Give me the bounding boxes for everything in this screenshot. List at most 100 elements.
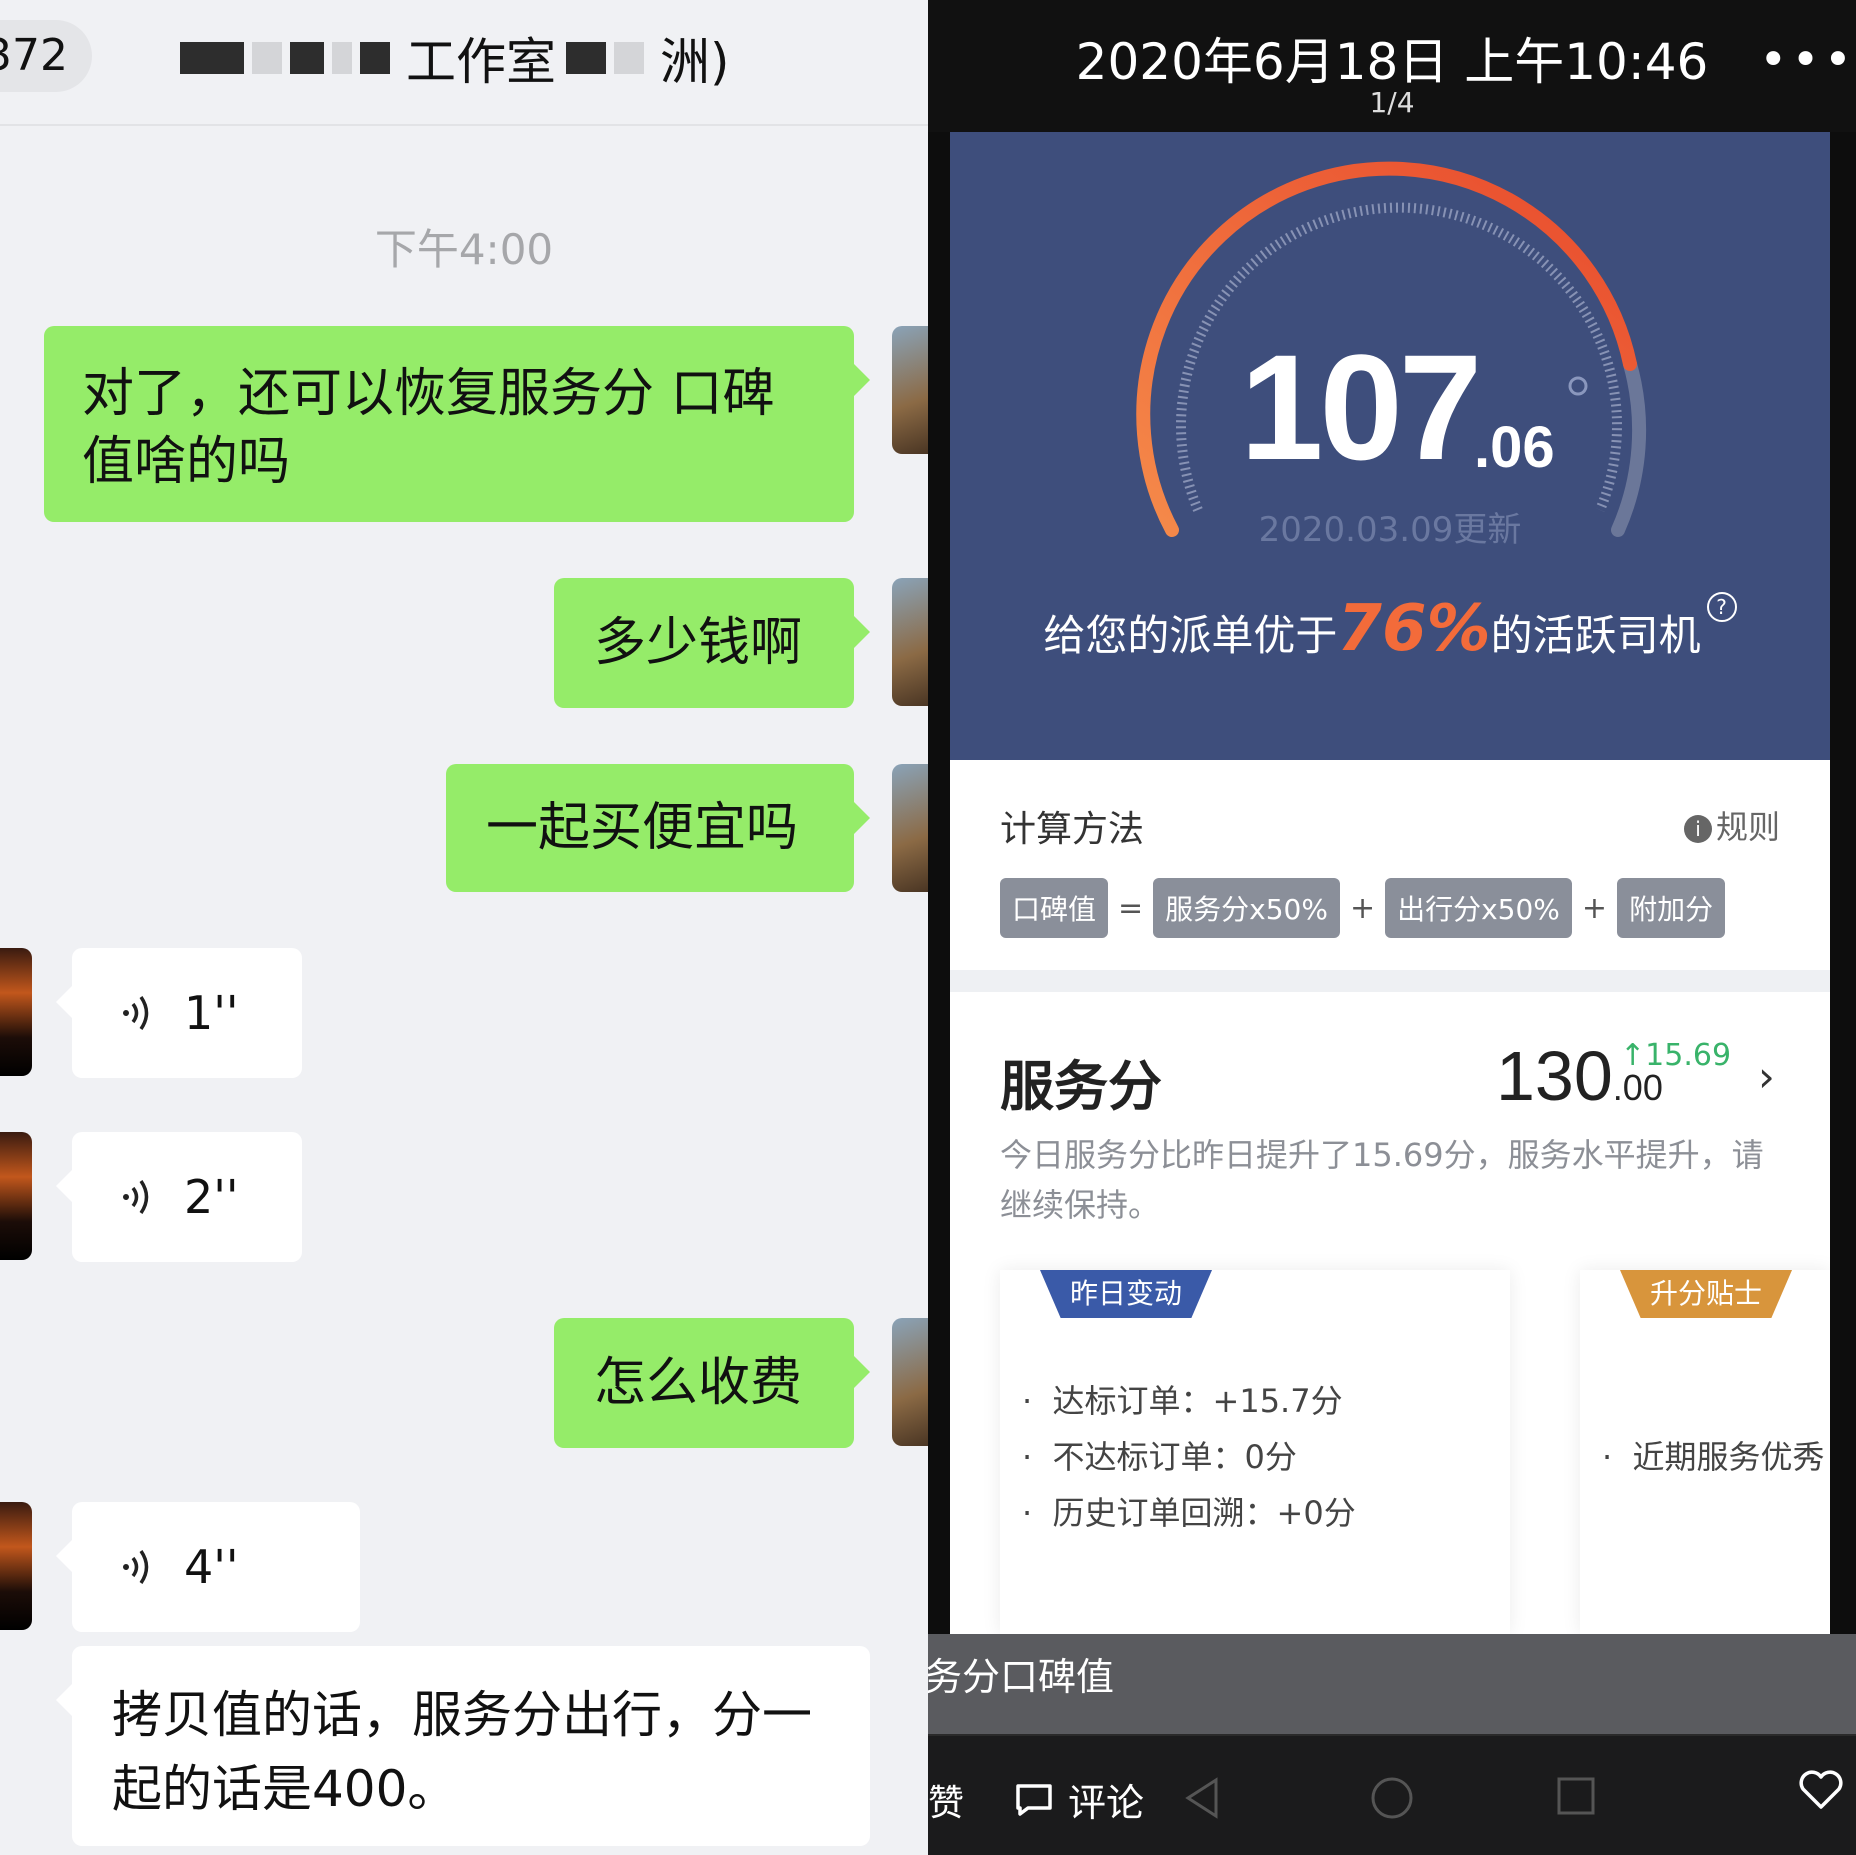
service-delta-value: 15.69 xyxy=(1645,1038,1732,1073)
formula-chip: 附加分 xyxy=(1617,878,1726,938)
formula-operator: + xyxy=(1581,890,1608,926)
contact-avatar[interactable] xyxy=(0,1502,32,1630)
my-avatar[interactable] xyxy=(892,1318,928,1446)
redaction-block xyxy=(614,42,644,74)
voice-message[interactable]: 1'' xyxy=(56,948,302,1078)
message-text: 对了，还可以恢复服务分 口碑值啥的吗 xyxy=(82,364,775,492)
heart-icon[interactable] xyxy=(1798,1770,1844,1810)
tip-item: · 近期服务优秀 xyxy=(1602,1438,1825,1476)
redaction-block xyxy=(360,42,390,74)
service-description: 今日服务分比昨日提升了15.69分，服务水平提升，请继续保持。 xyxy=(1000,1136,1764,1224)
calc-title: 计算方法 xyxy=(1000,809,1145,850)
contact-avatar[interactable] xyxy=(0,948,32,1076)
message-bubble-sent[interactable]: 多少钱啊 xyxy=(554,578,870,708)
message-text: 多少钱啊 xyxy=(594,613,803,673)
section-divider xyxy=(950,970,1830,992)
nav-home-icon[interactable] xyxy=(1370,1776,1414,1820)
post-caption: 务分口碑值 xyxy=(928,1655,1115,1699)
score-decimal: .06 xyxy=(1474,415,1555,480)
nav-recents-icon[interactable] xyxy=(1556,1776,1596,1816)
my-avatar[interactable] xyxy=(892,326,928,454)
card-tag: 昨日变动 xyxy=(1040,1270,1213,1318)
rank-suffix: 的活跃司机 xyxy=(1490,611,1701,660)
chevron-right-icon[interactable]: › xyxy=(1758,1052,1775,1101)
service-delta: ↑15.69 xyxy=(1620,1038,1731,1073)
chat-title-area: 工作室 洲) xyxy=(180,26,730,91)
formula-operator: = xyxy=(1118,890,1144,926)
chat-title: 工作室 xyxy=(406,33,556,91)
voice-message[interactable]: 4'' xyxy=(56,1502,360,1632)
gauge-marker-icon xyxy=(1568,376,1588,396)
comment-button[interactable]: 评论 xyxy=(1014,1772,1144,1827)
change-item-text: 不达标订单：0分 xyxy=(1052,1438,1297,1476)
message-bubble-received[interactable]: 拷贝值的话，服务分出行，分一起的话是400。 xyxy=(56,1646,870,1846)
back-button[interactable]: 372 xyxy=(0,20,92,92)
chat-panel: 372 工作室 洲) 下午4:00 对了，还可以恢复服务分 口碑值啥的吗 多少钱… xyxy=(0,0,928,1855)
message-timestamp: 下午4:00 xyxy=(374,225,554,274)
message-bubble-sent[interactable]: 对了，还可以恢复服务分 口碑值啥的吗 xyxy=(44,326,870,522)
my-avatar[interactable] xyxy=(892,578,928,706)
message-text: 怎么收费 xyxy=(594,1353,803,1413)
change-item-text: 达标订单：+15.7分 xyxy=(1052,1382,1343,1420)
contact-avatar[interactable] xyxy=(0,1132,32,1260)
service-value-dec: .00 xyxy=(1612,1067,1663,1108)
message-text: 拷贝值的话，服务分出行，分一起的话是400。 xyxy=(112,1686,812,1818)
formula-chip: 出行分x50% xyxy=(1385,878,1572,938)
voice-duration: 1'' xyxy=(184,986,239,1040)
message-bubble-sent[interactable]: 怎么收费 xyxy=(554,1318,870,1448)
chat-header: 372 工作室 洲) xyxy=(0,0,928,126)
formula-operator: + xyxy=(1349,890,1376,926)
more-menu-icon[interactable]: ••• xyxy=(1759,32,1856,88)
rank-percent: 76% xyxy=(1337,592,1491,666)
info-icon: i xyxy=(1683,815,1712,843)
my-avatar[interactable] xyxy=(892,764,928,892)
unread-count: 372 xyxy=(0,30,68,81)
redaction-block xyxy=(252,42,282,74)
score-update-date: 2020.03.09更新 xyxy=(1258,510,1522,550)
voice-duration: 2'' xyxy=(184,1170,239,1224)
comment-icon xyxy=(1016,1783,1052,1816)
help-icon[interactable]: ? xyxy=(1706,592,1737,622)
score-integer: 107 xyxy=(1240,323,1482,491)
screenshot-image: 107 .06 2020.03.09更新 给您的派单优于76%的活跃司机? 计算… xyxy=(950,132,1830,1634)
redaction-block xyxy=(180,42,244,74)
viewer-header: 2020年6月18日 上午10:46 1/4 ••• xyxy=(928,0,1856,132)
score-gauge-panel: 107 .06 2020.03.09更新 给您的派单优于76%的活跃司机? xyxy=(950,132,1830,760)
voice-wave-icon xyxy=(123,1550,149,1584)
voice-duration: 4'' xyxy=(184,1540,239,1594)
voice-wave-icon xyxy=(123,996,149,1030)
voice-wave-icon xyxy=(123,1180,149,1214)
rules-label: 规则 xyxy=(1715,808,1780,846)
rank-prefix: 给您的派单优于 xyxy=(1043,611,1338,660)
redaction-block xyxy=(332,42,352,74)
formula: 口碑值 = 服务分x50% + 出行分x50% + 附加分 xyxy=(1000,878,1726,938)
rank-statement: 给您的派单优于76%的活跃司机? xyxy=(950,592,1830,666)
redaction-block xyxy=(290,42,324,74)
message-bubble-sent[interactable]: 一起买便宜吗 xyxy=(446,764,870,892)
rules-link[interactable]: i 规则 xyxy=(1683,802,1780,848)
image-viewer: 2020年6月18日 上午10:46 1/4 ••• 107 .06 2020.… xyxy=(928,0,1856,1855)
change-item: · 达标订单：+15.7分 xyxy=(1022,1382,1343,1420)
change-item: · 不达标订单：0分 xyxy=(1022,1438,1297,1476)
calc-section: 计算方法 i 规则 口碑值 = 服务分x50% + 出行分x50% + 附加分 xyxy=(950,760,1830,970)
redaction-block xyxy=(566,42,606,74)
formula-chip: 口碑值 xyxy=(1000,878,1109,938)
service-score-section[interactable]: 服务分 130.00 ↑15.69 › 今日服务分比昨日提升了15.69分，服务… xyxy=(950,992,1830,1634)
service-title: 服务分 xyxy=(1000,1055,1162,1118)
up-arrow-icon: ↑ xyxy=(1620,1038,1646,1073)
service-value-int: 130 xyxy=(1496,1037,1613,1115)
chat-title-tail: 洲) xyxy=(660,33,730,91)
formula-chip: 服务分x50% xyxy=(1153,878,1340,938)
voice-message[interactable]: 2'' xyxy=(56,1132,302,1262)
message-text: 一起买便宜吗 xyxy=(486,798,799,858)
nav-back-icon[interactable] xyxy=(1182,1776,1222,1820)
tips-card: 升分贴士 · 近期服务优秀 xyxy=(1580,1270,1830,1634)
comment-label: 评论 xyxy=(1068,1781,1145,1825)
page-indicator: 1/4 xyxy=(1369,86,1415,119)
change-item-text: 历史订单回溯：+0分 xyxy=(1052,1494,1356,1532)
change-item: · 历史订单回溯：+0分 xyxy=(1022,1494,1356,1532)
post-datetime: 2020年6月18日 上午10:46 xyxy=(1075,33,1709,91)
yesterday-change-card: 昨日变动 · 达标订单：+15.7分 · 不达标订单：0分 · 历史订单回溯：+… xyxy=(1000,1270,1510,1634)
tip-item-text: 近期服务优秀 xyxy=(1632,1438,1825,1476)
like-button[interactable]: 赞 xyxy=(928,1774,964,1826)
